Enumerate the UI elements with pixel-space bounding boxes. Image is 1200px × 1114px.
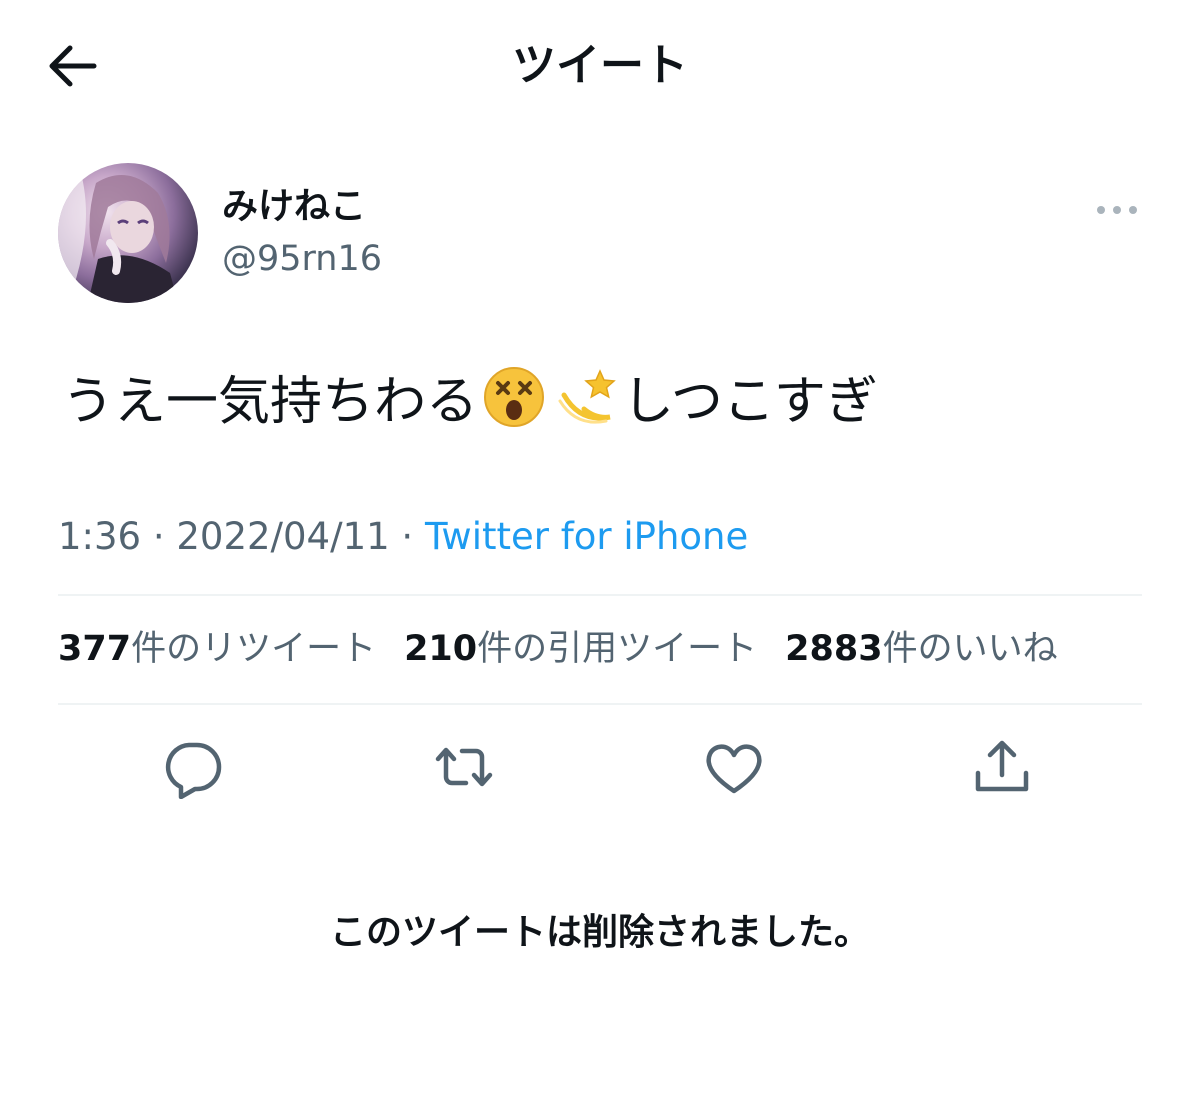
retweets-label: 件のリツイート xyxy=(131,629,377,669)
meta-separator: · xyxy=(401,515,414,558)
retweets-count: 377 xyxy=(58,629,132,669)
quote-tweets-stat[interactable]: 210件の引用ツイート xyxy=(404,624,757,674)
author-display-name[interactable]: みけねこ xyxy=(222,184,366,230)
tweet-text-part-2: しつこすぎ xyxy=(622,372,878,432)
retweet-icon xyxy=(435,747,493,787)
reply-button[interactable] xyxy=(161,735,225,799)
divider xyxy=(58,594,1142,596)
share-button[interactable] xyxy=(970,735,1034,799)
tweet-source-link[interactable]: Twitter for iPhone xyxy=(425,515,748,558)
meta-separator: · xyxy=(152,515,165,558)
dizzy-face-emoji xyxy=(482,365,546,429)
share-icon xyxy=(975,740,1029,792)
tweet-text-part-1: うえ一気持ちわる xyxy=(62,372,479,432)
quotes-count: 210 xyxy=(404,629,478,669)
likes-label: 件のいいね xyxy=(882,629,1058,669)
retweets-stat[interactable]: 377件のリツイート xyxy=(58,624,376,674)
reply-icon xyxy=(165,742,222,799)
more-options-button[interactable] xyxy=(1092,190,1142,230)
tweet-deleted-notice: このツイートは削除されました。 xyxy=(329,912,870,953)
avatar[interactable] xyxy=(58,163,198,303)
avatar-image xyxy=(58,163,178,303)
tweet-time: 1:36 xyxy=(58,515,142,558)
tweet-stats: 377件のリツイート 210件の引用ツイート 2883件のいいね xyxy=(58,624,1086,674)
tweet-meta: 1:36 · 2022/04/11 · Twitter for iPhone xyxy=(58,512,748,562)
like-button[interactable] xyxy=(702,735,766,799)
like-icon xyxy=(706,744,762,794)
tweet-date: 2022/04/11 xyxy=(176,515,390,558)
page-title: ツイート xyxy=(512,40,688,91)
author-handle[interactable]: @95rn16 xyxy=(222,236,382,282)
likes-stat[interactable]: 2883件のいいね xyxy=(785,624,1057,674)
more-dots-icon xyxy=(1097,206,1137,214)
likes-count: 2883 xyxy=(785,629,883,669)
dizzy-star-emoji xyxy=(554,365,618,429)
retweet-button[interactable] xyxy=(432,735,496,799)
quotes-label: 件の引用ツイート xyxy=(477,629,758,669)
tweet-text: うえ一気持ちわる しつこすぎ xyxy=(62,364,1162,440)
divider xyxy=(58,703,1142,705)
